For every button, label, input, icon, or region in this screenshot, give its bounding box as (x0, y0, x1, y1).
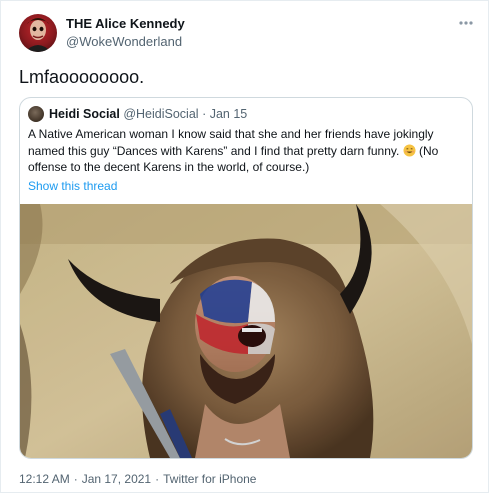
quoted-date[interactable]: Jan 15 (210, 107, 248, 121)
author-avatar[interactable] (19, 14, 57, 52)
tweet-text: Lmfaoooooooo. (19, 67, 145, 87)
author-name[interactable]: THE Alice Kennedy (66, 16, 185, 31)
more-dots-icon[interactable] (458, 15, 474, 25)
quoted-photo[interactable] (20, 204, 472, 458)
quoted-author-handle[interactable]: @HeidiSocial (123, 107, 198, 121)
tweet-source[interactable]: Twitter for iPhone (163, 472, 256, 486)
show-thread-link[interactable]: Show this thread (28, 179, 117, 193)
quoted-header: Heidi Social @HeidiSocial · Jan 15 (49, 107, 247, 121)
footer-separator-1: · (73, 472, 78, 486)
quoted-separator: · (202, 107, 207, 121)
tweet-time[interactable]: 12:12 AM (19, 472, 70, 486)
quoted-tweet[interactable]: Heidi Social @HeidiSocial · Jan 15 A Nat… (19, 97, 473, 459)
quoted-text: A Native American woman I know said that… (28, 126, 464, 176)
smiling-face-emoji-icon (403, 144, 416, 157)
quoted-author-name[interactable]: Heidi Social (49, 107, 120, 121)
quoted-author-avatar[interactable] (28, 106, 44, 122)
tweet-card: THE Alice Kennedy @WokeWonderland Lmfaoo… (0, 0, 489, 493)
tweet-footer: 12:12 AM · Jan 17, 2021 · Twitter for iPhone (19, 472, 256, 486)
footer-separator-2: · (155, 472, 160, 486)
tweet-date[interactable]: Jan 17, 2021 (82, 472, 151, 486)
quoted-text-part-1: A Native American woman I know said that… (28, 127, 434, 158)
author-handle[interactable]: @WokeWonderland (66, 34, 182, 49)
